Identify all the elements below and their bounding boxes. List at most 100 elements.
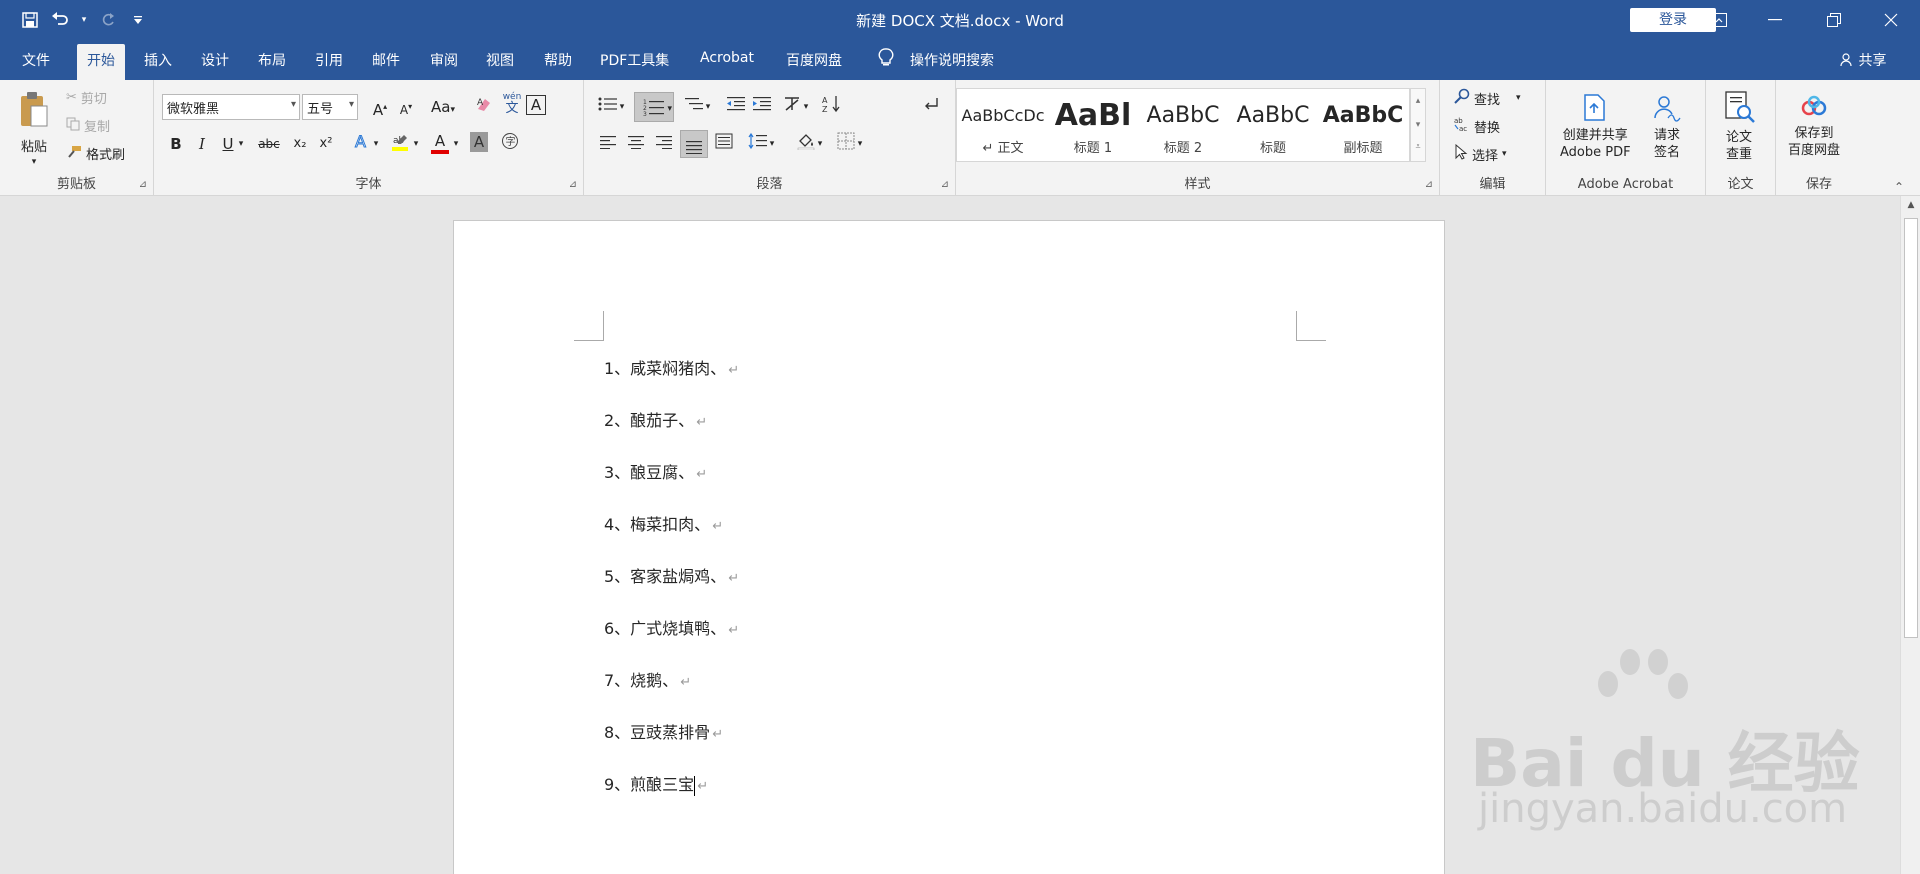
align-right-icon[interactable] [652,132,676,156]
request-signature-button[interactable]: 请求 签名 [1652,94,1682,161]
clear-formatting-icon[interactable]: A [472,95,496,119]
highlight-dropdown-icon[interactable]: ▾ [410,132,422,156]
save-baidu-label-1: 保存到 [1794,126,1834,141]
list-item[interactable]: 7、烧鹅、 ↵ [604,667,739,719]
font-color-button[interactable]: A [428,132,452,156]
scrollbar-thumb[interactable] [1904,218,1918,638]
show-hide-marks-icon[interactable] [918,95,942,119]
acrobat-group-label: Adobe Acrobat [1577,177,1674,192]
restore-icon[interactable] [1811,4,1857,34]
tab-file[interactable]: 文件 [22,50,50,70]
close-icon[interactable] [1868,4,1914,34]
text-effects-dropdown-icon[interactable]: ▾ [370,132,382,156]
find-button[interactable]: 查找 ▾ [1454,88,1521,108]
more-styles-icon[interactable]: ⩡ [1411,137,1425,161]
request-sign-label-2: 签名 [1653,145,1680,160]
minimize-icon[interactable] [1752,4,1798,34]
watermark-url: jingyan.baidu.com [1478,786,1848,832]
highlight-color-icon[interactable]: ab [388,132,412,156]
distributed-icon[interactable] [712,132,736,156]
tab-mailings[interactable]: 邮件 [372,50,400,70]
collapse-ribbon-icon[interactable]: ⌃ [1894,180,1904,194]
list-item[interactable]: 8、豆豉蒸排骨 ↵ [604,719,739,771]
tab-acrobat[interactable]: Acrobat [700,50,754,66]
list-item[interactable]: 9、煎酿三宝 ↵ [604,771,739,823]
character-shading-button[interactable]: A [470,132,488,152]
style-heading-1[interactable]: AaBl 标题 1 [1049,89,1137,161]
format-painter-button[interactable]: 格式刷 [66,144,125,163]
list-item[interactable]: 2、酿茄子、 ↵ [604,407,739,459]
change-case-button[interactable]: Aa▾ [426,95,460,119]
style-heading-2[interactable]: AaBbC 标题 2 [1139,89,1227,161]
list-item[interactable]: 3、酿豆腐、 ↵ [604,459,739,511]
align-left-icon[interactable] [596,132,620,156]
shading-dropdown-icon[interactable]: ▾ [814,132,826,156]
paragraph-dialog-launcher-icon[interactable]: ⊿ [941,179,949,190]
subscript-button[interactable]: x₂ [288,132,312,156]
strikethrough-button[interactable]: abc [254,132,284,156]
phonetic-guide-button[interactable]: wén 文 [500,92,524,116]
save-group-label: 保存 [1805,177,1832,192]
chevron-up-icon[interactable]: ▴ [1411,89,1425,113]
justify-icon[interactable] [680,130,708,158]
ribbon-display-options-icon[interactable] [1696,4,1742,34]
list-item[interactable]: 5、客家盐焗鸡、 ↵ [604,563,739,615]
tell-me-search[interactable]: 操作说明搜索 [910,50,994,70]
styles-scroll: ▴ ▾ ⩡ [1410,88,1426,162]
tab-insert[interactable]: 插入 [144,50,172,70]
share-button[interactable]: 共享 [1840,50,1886,70]
select-button[interactable]: 选择 ▾ [1454,143,1507,164]
change-case-glyph: Aa [431,98,451,116]
align-center-icon[interactable] [624,132,648,156]
thesis-check-button[interactable]: 论文 查重 [1722,90,1756,163]
style-normal[interactable]: AaBbCcDc ↵ 正文 [959,89,1047,161]
style-title[interactable]: AaBbC 标题 [1229,89,1317,161]
clipboard-dialog-launcher-icon[interactable]: ⊿ [139,179,147,190]
borders-dropdown-icon[interactable]: ▾ [854,132,866,156]
tab-review[interactable]: 审阅 [430,50,458,70]
list-item[interactable]: 4、梅菜扣肉、 ↵ [604,511,739,563]
font-color-dropdown-icon[interactable]: ▾ [450,132,462,156]
tab-references[interactable]: 引用 [315,50,343,70]
font-name-combo[interactable]: 微软雅黑 ▾ [162,94,300,120]
create-share-pdf-button[interactable]: 创建并共享 Adobe PDF [1560,94,1631,161]
enclose-characters-icon[interactable]: 字 [498,132,522,156]
increase-indent-icon[interactable] [750,95,774,119]
decrease-indent-icon[interactable] [724,95,748,119]
tab-view[interactable]: 视图 [486,50,514,70]
scroll-up-icon[interactable]: ▲ [1901,200,1920,210]
grow-font-button[interactable]: A▴ [368,95,392,119]
multilevel-dropdown-icon[interactable]: ▾ [702,95,714,119]
line-spacing-dropdown-icon[interactable]: ▾ [766,132,778,156]
shrink-font-button[interactable]: A▾ [394,95,418,119]
list-item[interactable]: 1、咸菜焖猪肉、 ↵ [604,355,739,407]
select-label: 选择 [1472,148,1499,164]
document-page[interactable]: 1、咸菜焖猪肉、 ↵ 2、酿茄子、 ↵ 3、酿豆腐、 ↵ 4、梅菜扣肉、 ↵ 5、客家盐… [453,220,1445,874]
underline-dropdown-icon[interactable]: ▾ [234,132,248,156]
tab-layout[interactable]: 布局 [258,50,286,70]
character-border-button[interactable]: A [526,95,546,115]
sort-icon[interactable]: AZ [820,95,844,119]
bold-button[interactable]: B [164,132,188,156]
tab-design[interactable]: 设计 [201,50,229,70]
tab-home[interactable]: 开始 [77,44,125,80]
tab-pdf-tools[interactable]: PDF工具集 [600,50,669,70]
brush-icon [66,145,82,163]
superscript-button[interactable]: x² [314,132,338,156]
paste-button[interactable]: 粘贴 ▾ [18,90,50,167]
tab-baidu-netdisk[interactable]: 百度网盘 [786,50,842,70]
chevron-down-icon[interactable]: ▾ [1411,113,1425,137]
style-subtitle[interactable]: AaBbC 副标题 [1319,89,1407,161]
font-size-combo[interactable]: 五号 ▾ [302,94,358,120]
chinese-layout-dropdown-icon[interactable]: ▾ [800,95,812,119]
replace-button[interactable]: ab ac 替换 [1454,116,1500,136]
bullets-dropdown-icon[interactable]: ▾ [616,95,628,119]
numbering-icon[interactable]: 123 ▾ [634,92,674,122]
font-dialog-launcher-icon[interactable]: ⊿ [569,179,577,190]
list-item[interactable]: 6、广式烧填鸭、 ↵ [604,615,739,667]
tab-help[interactable]: 帮助 [544,50,572,70]
lightbulb-icon[interactable] [878,48,894,72]
italic-button[interactable]: I [190,132,214,156]
save-to-baidu-button[interactable]: 保存到 百度网盘 [1788,94,1840,159]
styles-dialog-launcher-icon[interactable]: ⊿ [1425,179,1433,190]
